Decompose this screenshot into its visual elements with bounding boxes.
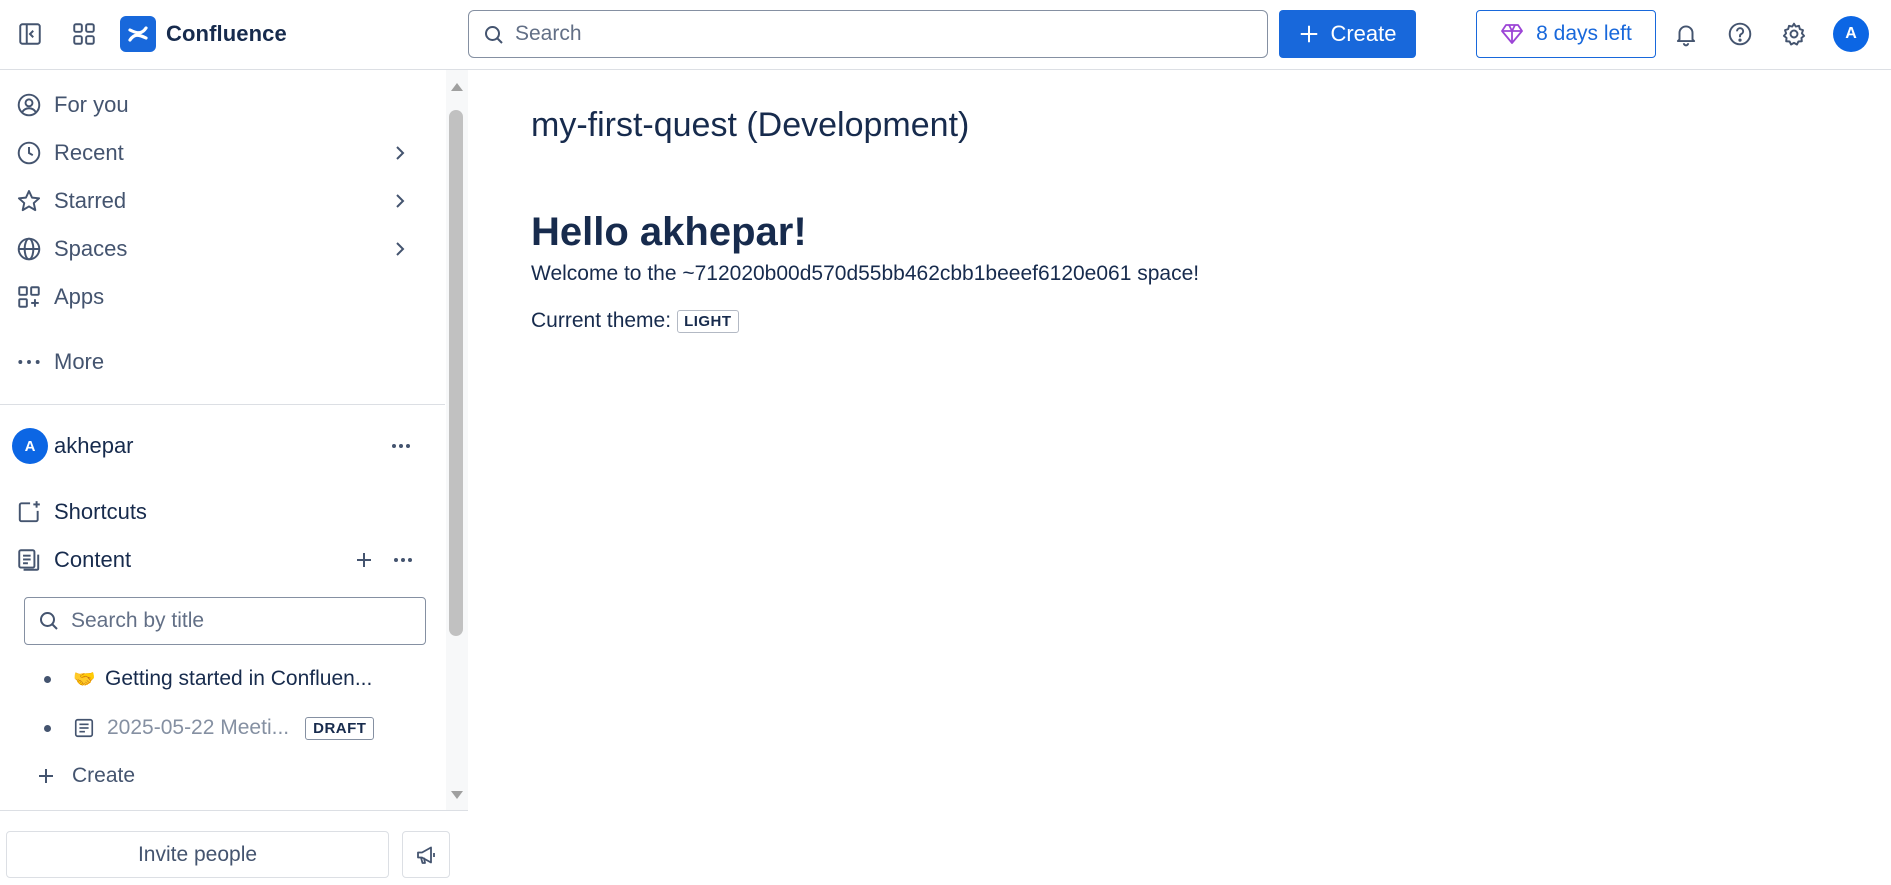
- tree-item-label: Getting started in Confluen...: [105, 667, 373, 690]
- chevron-right-icon[interactable]: [390, 239, 410, 259]
- global-search[interactable]: [468, 10, 1268, 58]
- sidebar-item-apps[interactable]: Apps: [14, 275, 424, 319]
- tree-bullet: [44, 675, 51, 683]
- page-heading: Hello akhepar!: [531, 210, 807, 254]
- profile-avatar[interactable]: A: [1833, 16, 1869, 52]
- help-icon[interactable]: [1722, 16, 1758, 52]
- create-button[interactable]: Create: [1279, 10, 1416, 58]
- sidebar-toggle-icon[interactable]: [12, 16, 48, 52]
- confluence-logo[interactable]: Confluence: [120, 16, 287, 52]
- sidebar-scrollbar-thumb[interactable]: [449, 110, 463, 636]
- content-tree-search[interactable]: [24, 597, 426, 645]
- scroll-up-arrow-icon[interactable]: [448, 80, 466, 94]
- welcome-text: Welcome to the ~712020b00d570d55bb462cbb…: [531, 262, 1200, 285]
- page-icon: [73, 717, 99, 739]
- space-header[interactable]: A akhepar: [12, 424, 422, 468]
- profile-avatar-initial: A: [1845, 25, 1857, 42]
- sidebar-item-more[interactable]: More: [14, 340, 424, 384]
- sidebar-footer: Invite people: [0, 810, 468, 885]
- space-name: akhepar: [54, 433, 134, 458]
- theme-value-badge: LIGHT: [677, 309, 739, 333]
- more-icon: [14, 347, 44, 377]
- tree-item-getting-started[interactable]: 🤝 Getting started in Confluen...: [36, 659, 372, 699]
- space-more-actions-icon[interactable]: [392, 444, 410, 448]
- chevron-right-icon[interactable]: [390, 191, 410, 211]
- search-by-title-input[interactable]: [71, 609, 425, 633]
- globe-icon: [14, 234, 44, 264]
- sidebar-item-label: Spaces: [54, 236, 128, 261]
- create-button-label: Create: [1330, 21, 1397, 46]
- user-circle-icon: [14, 90, 44, 120]
- tree-create-label: Create: [72, 764, 136, 787]
- apps-icon: [14, 282, 44, 312]
- plus-icon: [1301, 25, 1318, 43]
- sidebar-item-recent[interactable]: Recent: [14, 131, 424, 175]
- confluence-logo-icon: [120, 16, 156, 52]
- tree-item-meeting-draft[interactable]: 2025-05-22 Meeti... DRAFT: [36, 708, 375, 748]
- search-icon: [40, 612, 58, 630]
- app-switcher-icon[interactable]: [66, 16, 102, 52]
- invite-people-label: Invite people: [137, 842, 258, 866]
- sidebar-divider: [0, 404, 445, 405]
- sidebar-item-label: Recent: [54, 140, 124, 165]
- trial-days-button[interactable]: 8 days left: [1476, 10, 1656, 58]
- settings-gear-icon[interactable]: [1776, 16, 1812, 52]
- add-content-icon[interactable]: [354, 550, 374, 570]
- sidebar-item-shortcuts[interactable]: Shortcuts: [14, 490, 424, 534]
- plus-icon: [39, 769, 53, 783]
- sidebar-item-label: More: [54, 349, 105, 374]
- chevron-right-icon[interactable]: [390, 143, 410, 163]
- notifications-icon[interactable]: [1668, 16, 1704, 52]
- sidebar-item-for-you[interactable]: For you: [14, 83, 424, 127]
- content-more-actions-icon[interactable]: [394, 558, 412, 562]
- tree-item-label: 2025-05-22 Meeti...: [107, 716, 290, 739]
- scroll-down-arrow-icon[interactable]: [448, 788, 466, 802]
- space-title: my-first-quest (Development): [531, 106, 970, 144]
- sidebar-item-label: Shortcuts: [54, 499, 147, 524]
- feedback-megaphone-icon[interactable]: [402, 831, 450, 878]
- trial-days-label: 8 days left: [1536, 22, 1632, 45]
- handshake-emoji-icon: 🤝: [73, 668, 96, 689]
- theme-label: Current theme:: [531, 309, 672, 332]
- sidebar-item-spaces[interactable]: Spaces: [14, 227, 424, 271]
- tree-bullet: [44, 724, 51, 732]
- invite-people-button[interactable]: Invite people: [6, 831, 389, 878]
- top-navigation: Confluence Create 8 days left A: [0, 0, 1891, 70]
- app-name: Confluence: [166, 21, 287, 46]
- space-avatar-initial: A: [24, 437, 36, 455]
- main-content: my-first-quest (Development) Hello akhep…: [469, 70, 1891, 885]
- sidebar-item-starred[interactable]: Starred: [14, 179, 424, 223]
- space-avatar: A: [12, 428, 48, 464]
- search-icon: [485, 26, 503, 44]
- draft-badge: DRAFT: [305, 716, 375, 740]
- content-pages-icon: [14, 545, 44, 575]
- sidebar-item-label: Starred: [54, 188, 127, 213]
- current-theme-line: Current theme: LIGHT: [531, 309, 739, 333]
- sidebar-item-label: For you: [54, 92, 129, 117]
- star-icon: [14, 186, 44, 216]
- shortcut-add-icon: [14, 497, 44, 527]
- sidebar-item-label: Content: [54, 547, 132, 572]
- search-input[interactable]: [515, 22, 1267, 46]
- clock-icon: [14, 138, 44, 168]
- sidebar-item-label: Apps: [54, 284, 105, 309]
- tree-create-button[interactable]: Create: [36, 756, 135, 796]
- diamond-icon: [1501, 24, 1524, 44]
- sidebar: For you Recent Starred Spaces Apps More: [0, 70, 468, 885]
- sidebar-item-content[interactable]: Content: [14, 538, 424, 582]
